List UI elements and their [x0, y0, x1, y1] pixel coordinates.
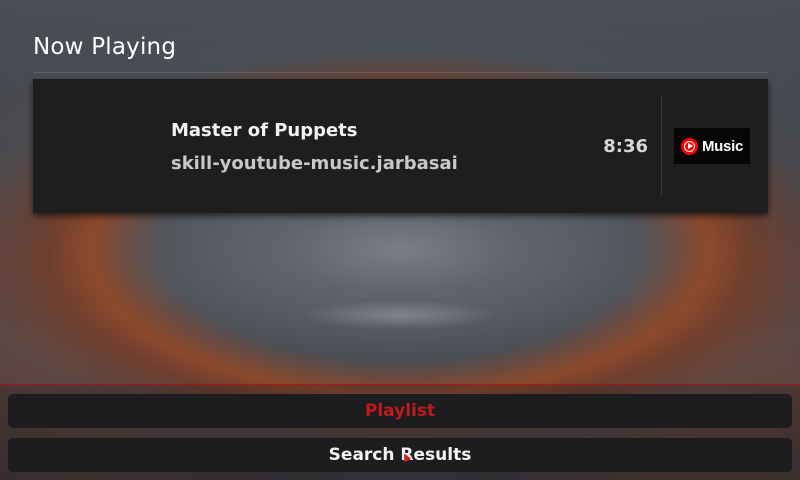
now-playing-card[interactable]: Master of Puppets skill-youtube-music.ja… — [33, 79, 768, 213]
wallpaper-detail — [300, 300, 500, 330]
page-title: Now Playing — [33, 34, 177, 60]
service-label: Music — [701, 137, 743, 155]
playlist-button[interactable]: Playlist — [8, 394, 792, 428]
track-source: skill-youtube-music.jarbasai — [171, 153, 458, 174]
track-duration: 8:36 — [603, 136, 648, 157]
card-divider — [661, 97, 662, 195]
youtube-music-icon — [680, 137, 698, 155]
bottom-nav-divider — [0, 384, 800, 385]
background-wallpaper: Now Playing Master of Puppets skill-yout… — [0, 0, 800, 480]
title-divider — [33, 72, 768, 73]
youtube-music-logo: Music — [674, 128, 750, 164]
track-title: Master of Puppets — [171, 120, 358, 141]
